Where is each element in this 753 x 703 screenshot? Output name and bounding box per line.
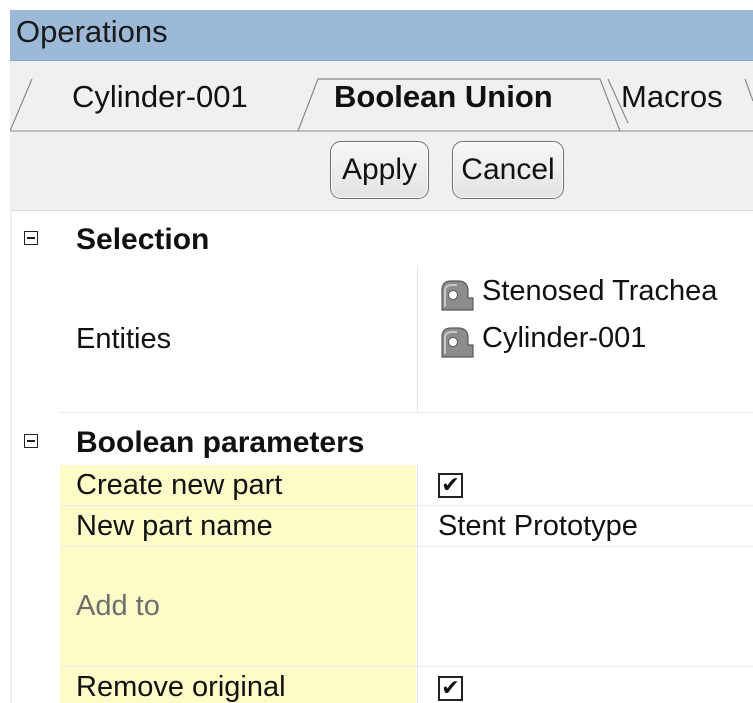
entity-name: Stenosed Trachea [482,275,718,307]
property-grid: Selection Entities Stenosed Trachea Cyli… [12,210,753,703]
boolean-parameters-section-header: Boolean parameters [12,418,753,464]
entity-name: Cylinder-001 [482,322,647,354]
tab-cylinder-001[interactable]: Cylinder-001 [72,79,248,115]
title-bar: Operations [10,10,753,61]
entities-list: Stenosed Trachea Cylinder-001 [418,267,753,412]
window-title: Operations [16,14,168,49]
part-icon [441,280,474,311]
collapse-minus-icon[interactable] [24,231,38,245]
collapse-minus-icon[interactable] [24,434,38,448]
tab-strip: Cylinder-001 Boolean Union Macros [10,61,753,133]
create-new-part-checkbox[interactable]: ✔ [438,473,463,498]
apply-button[interactable]: Apply [330,141,429,199]
boolean-parameters-section-title: Boolean parameters [76,426,365,459]
cancel-button[interactable]: Cancel [452,141,564,199]
add-to-label: Add to [60,547,416,666]
column-divider [417,465,418,703]
remove-original-checkbox[interactable]: ✔ [438,676,463,701]
selection-section-title: Selection [76,223,210,256]
tab-macros[interactable]: Macros [621,79,723,115]
row-divider [60,412,753,413]
new-part-name-label: New part name [60,506,416,546]
create-new-part-value: ✔ [418,465,753,505]
remove-original-value: ✔ [418,667,753,703]
operations-panel: Operations Cylinder-001 Boolean Union Ma… [10,10,753,703]
part-icon [441,327,474,358]
entities-label: Entities [60,267,416,412]
tab-boolean-union[interactable]: Boolean Union [334,79,553,115]
add-to-field[interactable] [418,547,753,666]
selection-section-header: Selection [12,211,753,265]
remove-original-label: Remove original [60,667,416,703]
create-new-part-label: Create new part [60,465,416,505]
new-part-name-field[interactable]: Stent Prototype [418,506,753,546]
